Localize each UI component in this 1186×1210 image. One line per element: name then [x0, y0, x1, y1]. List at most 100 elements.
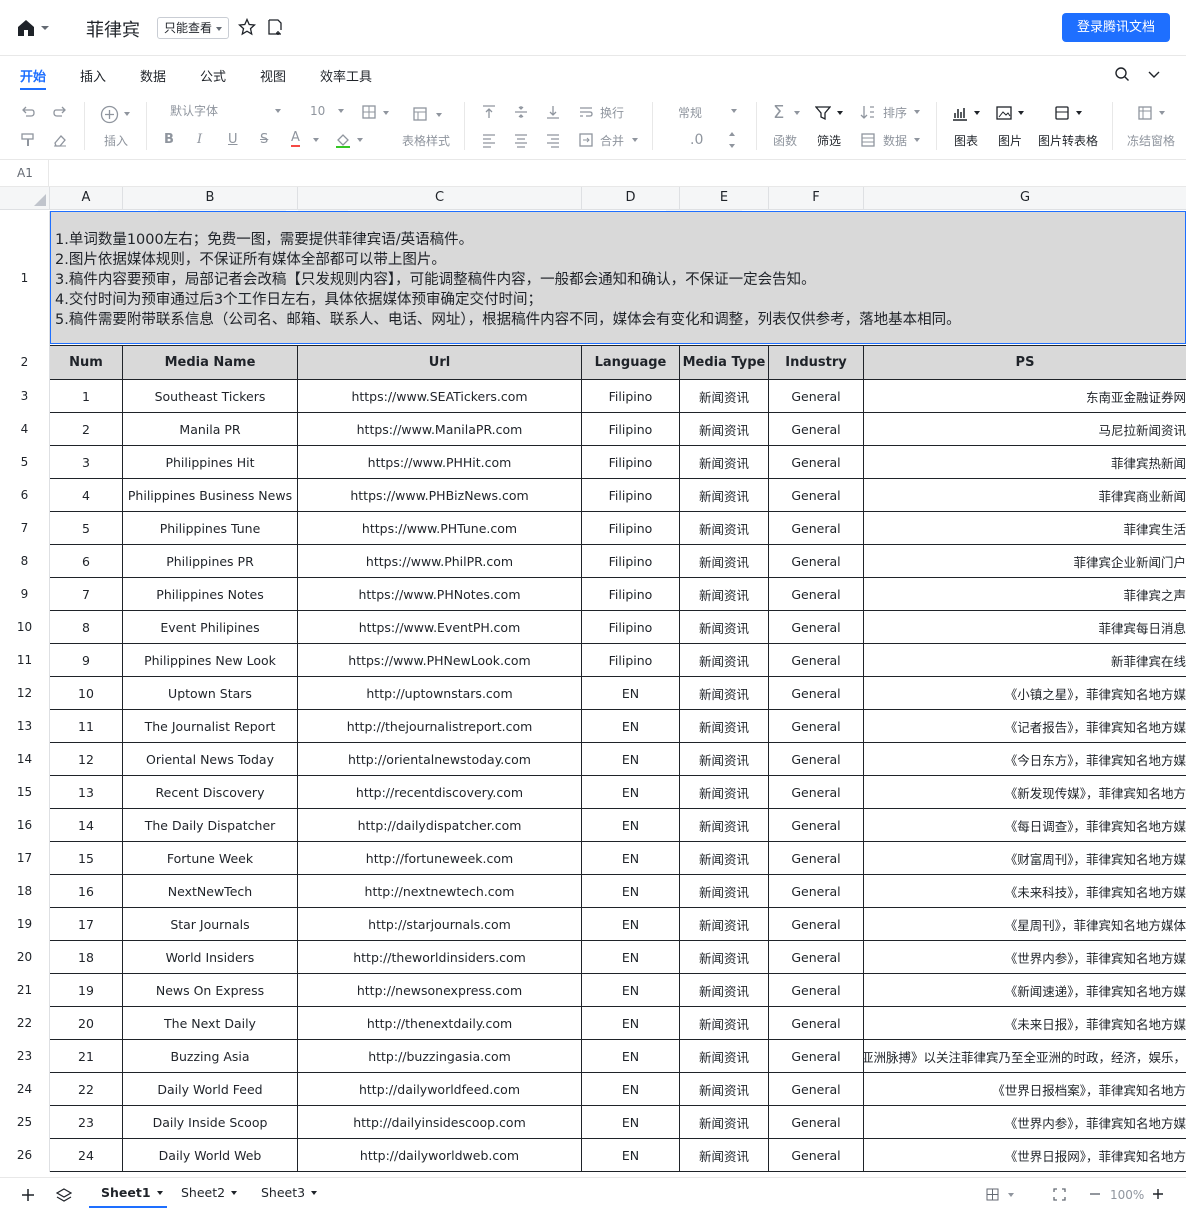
add-sheet-icon[interactable]: [21, 1188, 35, 1202]
num-cell[interactable]: 16: [50, 875, 123, 907]
add-to-folder-icon[interactable]: [266, 18, 284, 36]
row-header[interactable]: 9: [0, 578, 50, 611]
row-header[interactable]: 25: [0, 1106, 50, 1139]
media-type-cell[interactable]: 新闻资讯: [680, 908, 769, 940]
header-cell[interactable]: Industry: [769, 346, 864, 379]
num-cell[interactable]: 6: [50, 545, 123, 577]
language-cell[interactable]: EN: [582, 842, 680, 874]
image-label[interactable]: 图片: [998, 132, 1022, 149]
ps-cell[interactable]: 东南亚金融证券网: [864, 380, 1186, 412]
ps-cell[interactable]: 《记者报告》，菲律宾知名地方媒: [864, 710, 1186, 742]
num-cell[interactable]: 19: [50, 974, 123, 1006]
language-cell[interactable]: Filipino: [582, 611, 680, 643]
url-cell[interactable]: http://dailyworldweb.com: [298, 1139, 582, 1171]
row-header[interactable]: 5: [0, 446, 50, 479]
industry-cell[interactable]: General: [769, 446, 864, 478]
ps-cell[interactable]: 菲律宾企业新闻门户: [864, 545, 1186, 577]
ps-cell[interactable]: 《今日东方》，菲律宾知名地方媒: [864, 743, 1186, 775]
permission-dropdown[interactable]: 只能查看: [157, 17, 230, 39]
column-header[interactable]: A: [50, 187, 123, 210]
url-cell[interactable]: http://thejournalistreport.com: [298, 710, 582, 742]
align-left-icon[interactable]: [481, 132, 497, 148]
url-cell[interactable]: http://starjournals.com: [298, 908, 582, 940]
url-cell[interactable]: http://dailyinsidescoop.com: [298, 1106, 582, 1138]
media-type-cell[interactable]: 新闻资讯: [680, 1073, 769, 1105]
num-cell[interactable]: 2: [50, 413, 123, 445]
media-type-cell[interactable]: 新闻资讯: [680, 875, 769, 907]
column-header[interactable]: D: [582, 187, 680, 210]
function-icon[interactable]: Σ: [773, 102, 784, 123]
tab-formula[interactable]: 公式: [200, 66, 226, 85]
row-header[interactable]: 2: [0, 345, 50, 380]
media-name-cell[interactable]: Philippines Business News: [123, 479, 298, 511]
url-cell[interactable]: http://uptownstars.com: [298, 677, 582, 709]
ps-cell[interactable]: 菲律宾商业新闻: [864, 479, 1186, 511]
ps-cell[interactable]: 菲律宾之声: [864, 578, 1186, 610]
num-cell[interactable]: 22: [50, 1073, 123, 1105]
media-name-cell[interactable]: Uptown Stars: [123, 677, 298, 709]
language-cell[interactable]: EN: [582, 1073, 680, 1105]
column-header[interactable]: F: [769, 187, 864, 210]
industry-cell[interactable]: General: [769, 743, 864, 775]
industry-cell[interactable]: General: [769, 908, 864, 940]
num-cell[interactable]: 23: [50, 1106, 123, 1138]
media-name-cell[interactable]: NextNewTech: [123, 875, 298, 907]
sort-icon[interactable]: [860, 104, 876, 120]
url-cell[interactable]: http://recentdiscovery.com: [298, 776, 582, 808]
row-header[interactable]: 23: [0, 1040, 50, 1073]
language-cell[interactable]: EN: [582, 908, 680, 940]
media-type-cell[interactable]: 新闻资讯: [680, 380, 769, 412]
sheet-tab[interactable]: Sheet3: [249, 1178, 327, 1208]
industry-cell[interactable]: General: [769, 644, 864, 676]
tab-insert[interactable]: 插入: [80, 66, 106, 85]
border-icon[interactable]: [361, 104, 377, 120]
ps-cell[interactable]: 《世界内参》，菲律宾知名地方媒: [864, 1106, 1186, 1138]
row-header[interactable]: 22: [0, 1007, 50, 1040]
industry-cell[interactable]: General: [769, 941, 864, 973]
media-name-cell[interactable]: Philippines PR: [123, 545, 298, 577]
url-cell[interactable]: http://dailydispatcher.com: [298, 809, 582, 841]
num-cell[interactable]: 5: [50, 512, 123, 544]
row-header[interactable]: 10: [0, 611, 50, 644]
industry-cell[interactable]: General: [769, 974, 864, 1006]
industry-cell[interactable]: General: [769, 1040, 864, 1072]
media-type-cell[interactable]: 新闻资讯: [680, 446, 769, 478]
media-type-cell[interactable]: 新闻资讯: [680, 776, 769, 808]
language-cell[interactable]: EN: [582, 710, 680, 742]
media-name-cell[interactable]: Philippines Notes: [123, 578, 298, 610]
url-cell[interactable]: http://orientalnewstoday.com: [298, 743, 582, 775]
ps-cell[interactable]: 《世界内参》，菲律宾知名地方媒: [864, 941, 1186, 973]
media-type-cell[interactable]: 新闻资讯: [680, 512, 769, 544]
media-name-cell[interactable]: Recent Discovery: [123, 776, 298, 808]
media-name-cell[interactable]: Daily World Web: [123, 1139, 298, 1171]
num-cell[interactable]: 7: [50, 578, 123, 610]
language-cell[interactable]: EN: [582, 1040, 680, 1072]
num-cell[interactable]: 10: [50, 677, 123, 709]
row-header[interactable]: 14: [0, 743, 50, 776]
media-name-cell[interactable]: The Next Daily: [123, 1007, 298, 1039]
url-cell[interactable]: https://www.PHNewLook.com: [298, 644, 582, 676]
language-cell[interactable]: Filipino: [582, 545, 680, 577]
ps-cell[interactable]: 《星周刊》，菲律宾知名地方媒体: [864, 908, 1186, 940]
industry-cell[interactable]: General: [769, 1139, 864, 1171]
row-header[interactable]: 4: [0, 413, 50, 446]
ps-cell[interactable]: 《新闻速递》，菲律宾知名地方媒: [864, 974, 1186, 1006]
row-header[interactable]: 13: [0, 710, 50, 743]
num-cell[interactable]: 1: [50, 380, 123, 412]
ps-cell[interactable]: 马尼拉新闻资讯: [864, 413, 1186, 445]
column-header[interactable]: G: [864, 187, 1186, 210]
media-type-cell[interactable]: 新闻资讯: [680, 644, 769, 676]
language-cell[interactable]: Filipino: [582, 446, 680, 478]
chevron-down-icon[interactable]: [729, 144, 735, 148]
media-name-cell[interactable]: Daily Inside Scoop: [123, 1106, 298, 1138]
insert-icon[interactable]: [100, 105, 119, 124]
ps-cell[interactable]: 《每日调查》，菲律宾知名地方媒: [864, 809, 1186, 841]
fullscreen-icon[interactable]: [1053, 1188, 1066, 1201]
ps-cell[interactable]: 《财富周刊》，菲律宾知名地方媒: [864, 842, 1186, 874]
sheet-list-icon[interactable]: [56, 1187, 72, 1203]
ps-cell[interactable]: 菲律宾每日消息: [864, 611, 1186, 643]
data-tools-icon[interactable]: [860, 132, 876, 148]
num-cell[interactable]: 20: [50, 1007, 123, 1039]
media-type-cell[interactable]: 新闻资讯: [680, 710, 769, 742]
media-type-cell[interactable]: 新闻资讯: [680, 809, 769, 841]
